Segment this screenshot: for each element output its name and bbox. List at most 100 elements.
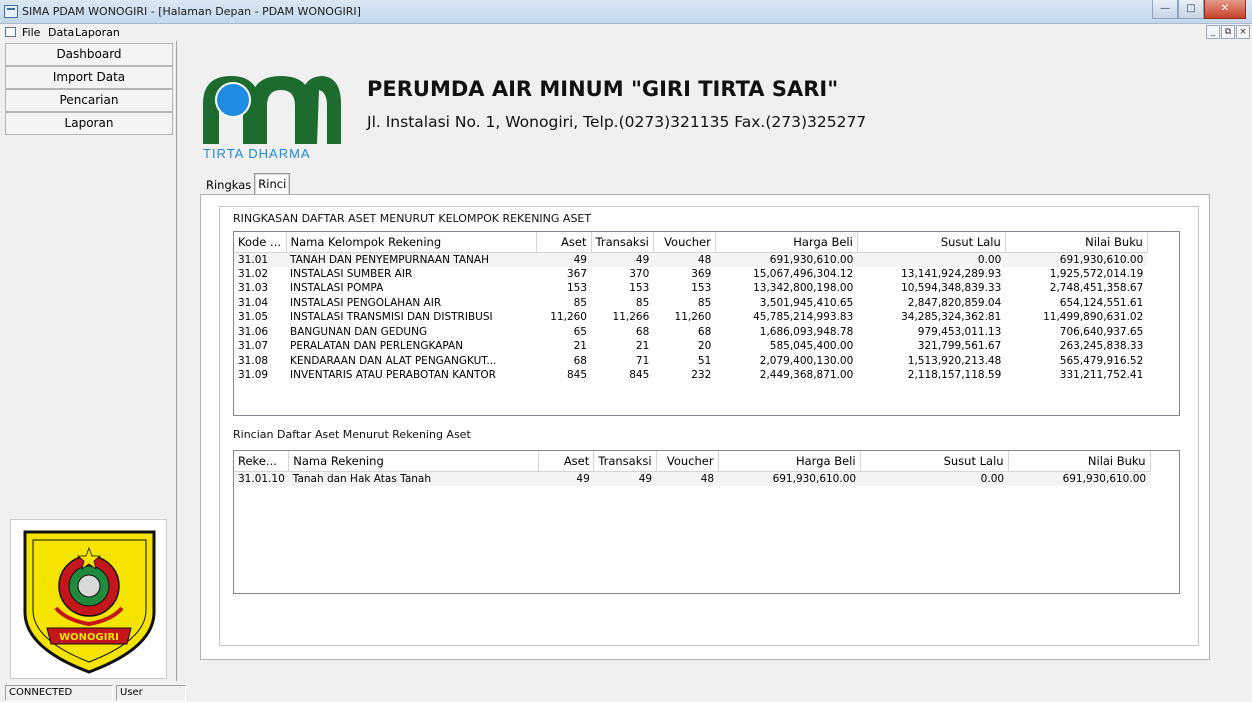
wonogiri-emblem-icon: WONOGIRI xyxy=(23,530,156,674)
table-cell: 691,930,610.00 xyxy=(1005,252,1148,267)
column-header[interactable]: Transaksi xyxy=(591,232,654,253)
column-header[interactable]: Harga Beli xyxy=(715,232,858,253)
header-row: Reke... Nama Rekening Aset Transaksi Voucher… xyxy=(234,451,1151,472)
tab-strip: Ringkas Rinci xyxy=(203,173,291,195)
table-cell: 321,799,561.67 xyxy=(917,340,1002,353)
sidebar-item-import-data[interactable]: Import Data xyxy=(5,66,173,89)
tirta-dharma-logo-icon: TIRTA DHARMA xyxy=(203,76,341,161)
column-header[interactable]: Aset xyxy=(536,232,592,253)
table-cell: 85 xyxy=(635,296,650,309)
table-cell: 68 xyxy=(697,325,712,338)
table-cell: 15,067,496,304.12 xyxy=(753,267,854,280)
table-cell: 367 xyxy=(566,267,587,280)
table-cell: INVENTARIS ATAU PERABOTAN KANTOR xyxy=(290,369,496,382)
table-cell: 34,285,324,362.81 xyxy=(901,311,1002,324)
user-status: User xyxy=(116,685,186,701)
header-row: Kode ... Nama Kelompok Rekening Aset Transa… xyxy=(234,232,1148,253)
table-cell: 1,925,572,014.19 xyxy=(1049,267,1144,280)
sidebar-item-pencarian[interactable]: Pencarian xyxy=(5,89,173,112)
table-cell: 845 xyxy=(629,369,650,382)
column-header[interactable]: Voucher xyxy=(656,451,719,472)
table-cell: INSTALASI SUMBER AIR xyxy=(290,267,413,280)
table-cell: 31.03 xyxy=(238,282,269,295)
table-cell: 45,785,214,993.83 xyxy=(753,311,854,324)
mdi-restore-icon[interactable]: ⧉ xyxy=(1221,25,1235,39)
column-header[interactable]: Nilai Buku xyxy=(1005,232,1148,253)
table-cell: 31.02 xyxy=(238,267,269,280)
minimize-icon[interactable]: — xyxy=(1152,0,1178,19)
table-cell: 370 xyxy=(629,267,650,280)
column-header[interactable]: Susut Lalu xyxy=(857,232,1006,253)
table-cell: 2,748,451,358.67 xyxy=(1049,282,1144,295)
emblem-label: WONOGIRI xyxy=(59,632,119,643)
table-cell: Tanah dan Hak Atas Tanah xyxy=(288,471,539,486)
table-cell: 31.05 xyxy=(238,311,269,324)
table-cell: 153 xyxy=(566,282,587,295)
column-header[interactable]: Kode ... xyxy=(234,232,287,253)
table-cell: 691,930,610.00 xyxy=(715,252,858,267)
table-cell: 49 xyxy=(538,471,594,486)
table-cell: 232 xyxy=(691,369,712,382)
table-cell: 10,594,348,839.33 xyxy=(901,282,1002,295)
maximize-icon[interactable]: □ xyxy=(1178,0,1204,19)
column-header[interactable]: Voucher xyxy=(653,232,716,253)
table-cell: 20 xyxy=(697,340,712,353)
mdi-child-icon[interactable] xyxy=(5,27,16,37)
table-cell: BANGUNAN DAN GEDUNG xyxy=(290,325,428,338)
column-header[interactable]: Nilai Buku xyxy=(1008,451,1151,472)
app-icon xyxy=(4,5,18,18)
table-cell: 49 xyxy=(536,252,591,267)
table-row[interactable]: 31.03 INSTALASI POMPA 153 153 153 13,342,800,… xyxy=(234,281,1147,296)
table-row[interactable]: 31.04 INSTALASI PENGOLAHAN AIR 85 85 85 3,501… xyxy=(234,296,1147,311)
menu-data[interactable]: Data xyxy=(48,26,74,39)
table-cell: 51 xyxy=(697,354,712,367)
table-row[interactable]: 31.07 PERALATAN DAN PERLENGKAPAN 21 21 20 585… xyxy=(234,339,1147,354)
table-cell: 845 xyxy=(566,369,587,382)
table-row[interactable]: 31.02 INSTALASI SUMBER AIR 367 370 369 15,067… xyxy=(234,267,1147,282)
sidebar-item-laporan[interactable]: Laporan xyxy=(5,112,173,135)
close-icon[interactable]: ✕ xyxy=(1204,0,1246,19)
table-cell: 31.01 xyxy=(234,252,286,267)
table-cell: 31.01.10 xyxy=(234,471,289,486)
table-row[interactable]: 31.08 KENDARAAN DAN ALAT PENGANGKUT... 68 7… xyxy=(234,354,1147,369)
table-cell: 2,118,157,118.59 xyxy=(907,369,1002,382)
detail-grid[interactable]: Reke... Nama Rekening Aset Transaksi Voucher… xyxy=(233,450,1180,594)
sidebar-item-dashboard[interactable]: Dashboard xyxy=(5,43,173,66)
table-cell: 31.08 xyxy=(238,354,269,367)
column-header[interactable]: Reke... xyxy=(234,451,290,472)
table-cell: 11,260 xyxy=(674,311,712,324)
table-cell: 85 xyxy=(697,296,712,309)
window-title-bar: SIMA PDAM WONOGIRI - [Halaman Depan - PD… xyxy=(0,0,1252,24)
tab-ringkas[interactable]: Ringkas xyxy=(203,176,254,195)
table-row[interactable]: 31.01.10 Tanah dan Hak Atas Tanah 49 49 48 69… xyxy=(234,471,1151,486)
column-header[interactable]: Nama Kelompok Rekening xyxy=(286,232,537,253)
column-header[interactable]: Transaksi xyxy=(593,451,657,472)
table-cell: 31.09 xyxy=(238,369,269,382)
table-cell: 13,141,924,289.93 xyxy=(901,267,1002,280)
table-cell: INSTALASI POMPA xyxy=(290,282,384,295)
column-header[interactable]: Harga Beli xyxy=(718,451,861,472)
mdi-minimize-icon[interactable]: _ xyxy=(1206,25,1220,39)
mdi-close-icon[interactable]: × xyxy=(1236,25,1250,39)
window-title: SIMA PDAM WONOGIRI - [Halaman Depan - PD… xyxy=(22,5,361,18)
tab-rinci[interactable]: Rinci xyxy=(254,173,291,195)
table-row[interactable]: 31.01 TANAH DAN PENYEMPURNAAN TANAH 49 49 48… xyxy=(234,252,1148,267)
column-header[interactable]: Susut Lalu xyxy=(860,451,1009,472)
table-cell: 691,930,610.00 xyxy=(1008,471,1151,486)
detail-table: Reke... Nama Rekening Aset Transaksi Voucher… xyxy=(234,451,1151,486)
table-row[interactable]: 31.06 BANGUNAN DAN GEDUNG 65 68 68 1,686,093,… xyxy=(234,325,1147,340)
menu-laporan[interactable]: Laporan xyxy=(75,26,120,39)
column-header[interactable]: Nama Rekening xyxy=(288,451,540,472)
table-cell: 2,079,400,130.00 xyxy=(759,354,854,367)
menu-file[interactable]: File xyxy=(22,26,40,39)
table-cell: 65 xyxy=(573,325,587,338)
table-row[interactable]: 31.05 INSTALASI TRANSMISI DAN DISTRIBUSI 1… xyxy=(234,310,1147,325)
company-address: Jl. Instalasi No. 1, Wonogiri, Telp.(027… xyxy=(367,113,867,131)
summary-grid[interactable]: Kode ... Nama Kelompok Rekening Aset Transa… xyxy=(233,231,1180,416)
table-cell: 85 xyxy=(573,296,587,309)
table-cell: 71 xyxy=(635,354,650,367)
table-cell: 13,342,800,198.00 xyxy=(753,282,854,295)
table-cell: 2,449,368,871.00 xyxy=(759,369,854,382)
table-row[interactable]: 31.09 INVENTARIS ATAU PERABOTAN KANTOR 845… xyxy=(234,368,1147,383)
column-header[interactable]: Aset xyxy=(538,451,595,472)
